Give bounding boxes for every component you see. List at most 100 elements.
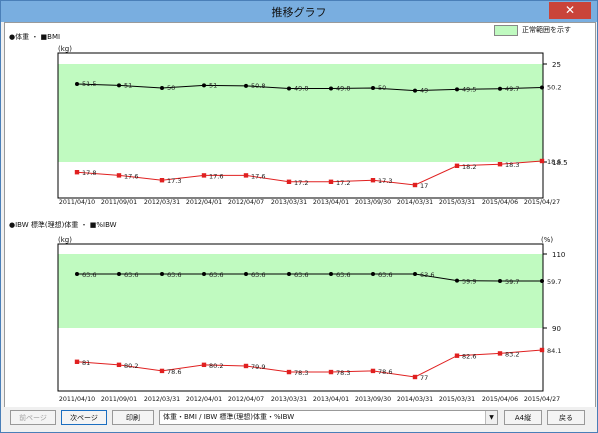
chart2-data-point bbox=[243, 363, 249, 369]
chart1-x-tick-label: 2011/04/10 bbox=[59, 199, 95, 206]
chart2-data-point bbox=[540, 279, 544, 283]
chart1-data-label: 51 bbox=[124, 81, 132, 89]
chart2-data-label: 84.1 bbox=[547, 347, 561, 355]
chart1-data-label: 49 bbox=[420, 87, 428, 95]
chart1-data-label: 17.6 bbox=[251, 172, 265, 180]
chart1-data-point bbox=[202, 83, 206, 88]
chart1-data-point bbox=[329, 86, 333, 91]
chart2-data-point bbox=[497, 351, 503, 356]
chart2-x-tick-label: 2011/04/10 bbox=[59, 396, 95, 403]
chart2-data-point bbox=[116, 362, 122, 368]
chart2-data-label: 83.2 bbox=[505, 350, 519, 358]
chart2-data-point bbox=[201, 362, 207, 368]
chart2-data-point bbox=[371, 272, 375, 276]
chart1-data-label: 17.3 bbox=[167, 177, 181, 185]
chart2-data-label: 59.9 bbox=[462, 278, 476, 286]
chart1-data-label: 17.2 bbox=[294, 179, 308, 187]
chart1-data-point bbox=[454, 163, 460, 168]
next-page-button[interactable]: 次ページ bbox=[61, 410, 107, 425]
chart2-x-tick-label: 2012/04/01 bbox=[186, 396, 222, 403]
chart1-data-label: 49.8 bbox=[336, 85, 350, 93]
chart2-data-label: 78.3 bbox=[294, 369, 308, 377]
chart2-x-tick-label: 2015/04/06 bbox=[482, 396, 518, 403]
chart2-data-point bbox=[455, 278, 459, 283]
chart2-data-point bbox=[117, 272, 121, 276]
chart1-data-point bbox=[75, 82, 79, 86]
chart2-data-label: 82.6 bbox=[462, 353, 476, 361]
chart1-x-tick-label: 2012/04/01 bbox=[186, 199, 222, 206]
chart2-data-label: 59.7 bbox=[547, 278, 561, 286]
chart1-data-label: 50.2 bbox=[547, 83, 561, 91]
chart2-data-label: 78.6 bbox=[378, 368, 392, 376]
chart2-x-tick-label: 2011/09/01 bbox=[101, 396, 137, 403]
chart2-data-point bbox=[160, 272, 164, 276]
paper-size-button[interactable]: A4縦 bbox=[504, 410, 542, 425]
chart1-x-tick-label: 2013/09/30 bbox=[355, 199, 391, 206]
chart-select-value: 体重・BMI / IBW 標準(理想)体重・%IBW bbox=[163, 413, 295, 421]
chart1-x-tick-label: 2012/03/31 bbox=[144, 199, 180, 206]
ibw-chart: 110 90 2011/04/10 2011/09/01 2012/03/31 2012/… bbox=[57, 243, 565, 403]
chart2-x-tick-label: 2014/03/31 bbox=[397, 396, 433, 403]
chart1-x-tick-label: 2012/04/07 bbox=[228, 199, 264, 206]
prev-page-button[interactable]: 前ページ bbox=[10, 410, 56, 425]
chart1-x-tick-label: 2015/04/27 bbox=[524, 199, 560, 206]
chart2-data-label: 78.3 bbox=[336, 369, 350, 377]
chart1-data-label: 17.3 bbox=[378, 177, 392, 185]
chart2-data-point bbox=[74, 359, 80, 364]
back-button[interactable]: 戻る bbox=[547, 410, 585, 425]
chart1-x-tick-label: 2011/09/01 bbox=[101, 199, 137, 206]
chart1-data-point bbox=[159, 178, 165, 183]
chart1-data-point bbox=[117, 83, 121, 88]
chart2-x-tick-label: 2012/04/07 bbox=[228, 396, 264, 403]
weight-bmi-chart: 25 18.5 2011/04/10 2011/09/01 2012/03/31 2012… bbox=[57, 52, 568, 206]
chart1-x-tick-label: 2013/03/31 bbox=[271, 199, 307, 206]
chart1-data-point bbox=[74, 170, 80, 175]
chart1-data-label: 18.3 bbox=[505, 161, 519, 169]
chart1-data-label: 51 bbox=[209, 81, 217, 89]
close-button[interactable]: ✕ bbox=[549, 2, 591, 19]
chart1-data-point bbox=[160, 86, 164, 90]
chart1-x-tick-label: 2013/04/01 bbox=[313, 199, 349, 206]
chart1-data-label: 49.7 bbox=[505, 85, 519, 93]
chart-select[interactable]: 体重・BMI / IBW 標準(理想)体重・%IBW ▼ bbox=[159, 410, 498, 425]
chart2-data-label: 63.6 bbox=[167, 271, 181, 279]
chart1-x-tick-label: 2015/03/31 bbox=[439, 199, 475, 206]
chart1-data-point bbox=[497, 162, 503, 167]
chart2-data-label: 79.9 bbox=[251, 363, 265, 371]
chart-area: ●体重 ・ ■BMI 正常範囲を示す (kg) 25 18.5 2011/04/10… bbox=[4, 22, 596, 431]
chevron-down-icon[interactable]: ▼ bbox=[485, 411, 497, 424]
chart2-data-point bbox=[412, 374, 418, 380]
chart2-data-label: 78.6 bbox=[167, 368, 181, 376]
chart2-data-label: 77 bbox=[420, 374, 428, 382]
chart2-data-point bbox=[75, 272, 79, 276]
chart1-data-label: 17.6 bbox=[124, 172, 138, 180]
chart2-data-point bbox=[413, 272, 417, 276]
chart1-x-tick-label: 2014/03/31 bbox=[397, 199, 433, 206]
print-button[interactable]: 印刷 bbox=[112, 410, 154, 425]
chart1-data-point bbox=[498, 86, 502, 91]
window-title: 推移グラフ bbox=[271, 6, 327, 19]
chart1-data-label: 50.8 bbox=[251, 82, 265, 90]
chart2-data-point bbox=[287, 272, 291, 276]
chart2-data-point bbox=[539, 347, 545, 353]
chart2-data-label: 63.6 bbox=[82, 271, 96, 279]
chart1-data-label: 50 bbox=[167, 84, 175, 92]
chart-window: 推移グラフ ✕ ●体重 ・ ■BMI 正常範囲を示す (kg) 25 18.5 20… bbox=[0, 0, 598, 433]
chart2-x-tick-label: 2012/03/31 bbox=[144, 396, 180, 403]
chart1-data-point bbox=[370, 178, 376, 183]
chart2-data-label: 63.6 bbox=[294, 271, 308, 279]
chart1-x-tick-label: 2015/04/06 bbox=[482, 199, 518, 206]
chart2-data-point bbox=[370, 368, 376, 374]
chart2-x-tick-label: 2015/03/31 bbox=[439, 396, 475, 403]
title-bar[interactable]: 推移グラフ ✕ bbox=[1, 1, 597, 22]
chart2-x-tick-label: 2015/04/27 bbox=[524, 396, 560, 403]
chart1-data-point bbox=[116, 173, 122, 178]
chart2-x-tick-label: 2013/04/01 bbox=[313, 396, 349, 403]
chart1-data-label: 49.8 bbox=[294, 85, 308, 93]
chart1-data-point bbox=[201, 173, 207, 178]
chart1-data-label: 50 bbox=[378, 84, 386, 92]
chart1-data-point bbox=[286, 179, 292, 184]
footer-toolbar: 前ページ 次ページ 印刷 体重・BMI / IBW 標準(理想)体重・%IBW … bbox=[1, 407, 597, 432]
chart2-x-tick-label: 2013/03/31 bbox=[271, 396, 307, 403]
chart2-data-label: 80.2 bbox=[209, 362, 223, 370]
